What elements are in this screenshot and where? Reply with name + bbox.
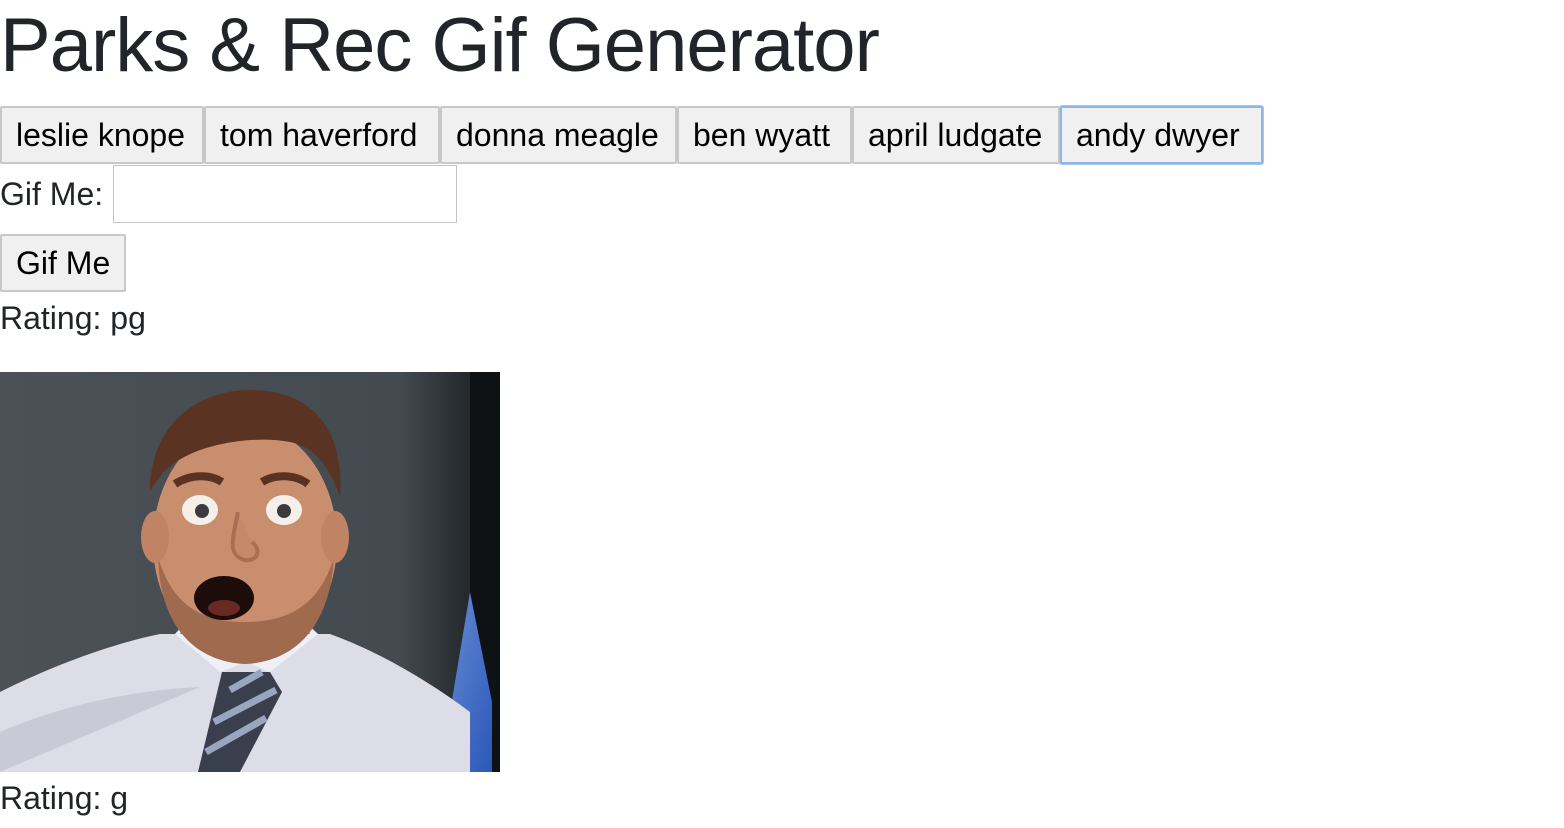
rating-text: Rating: g (0, 780, 129, 816)
page-title: Parks & Rec Gif Generator (0, 3, 880, 88)
gif-image (0, 372, 500, 772)
character-button-leslie-knope[interactable]: leslie knope (0, 106, 204, 164)
character-button-tom-haverford[interactable]: tom haverford (204, 106, 440, 164)
character-button-ben-wyatt[interactable]: ben wyatt (677, 106, 852, 164)
character-button-april-ludgate[interactable]: april ludgate (852, 106, 1060, 164)
search-label: Gif Me: (0, 176, 104, 212)
gif-me-button[interactable]: Gif Me (0, 234, 127, 292)
character-button-andy-dwyer[interactable]: andy dwyer (1060, 106, 1263, 164)
character-button-donna-meagle[interactable]: donna meagle (440, 106, 677, 164)
character-button-row: leslie knope tom haverford donna meagle … (0, 106, 1263, 164)
page: Parks & Rec Gif Generator leslie knope t… (0, 0, 1564, 828)
gif-illustration (0, 372, 500, 772)
search-input[interactable] (113, 165, 457, 223)
rating-text: Rating: pg (0, 300, 146, 336)
